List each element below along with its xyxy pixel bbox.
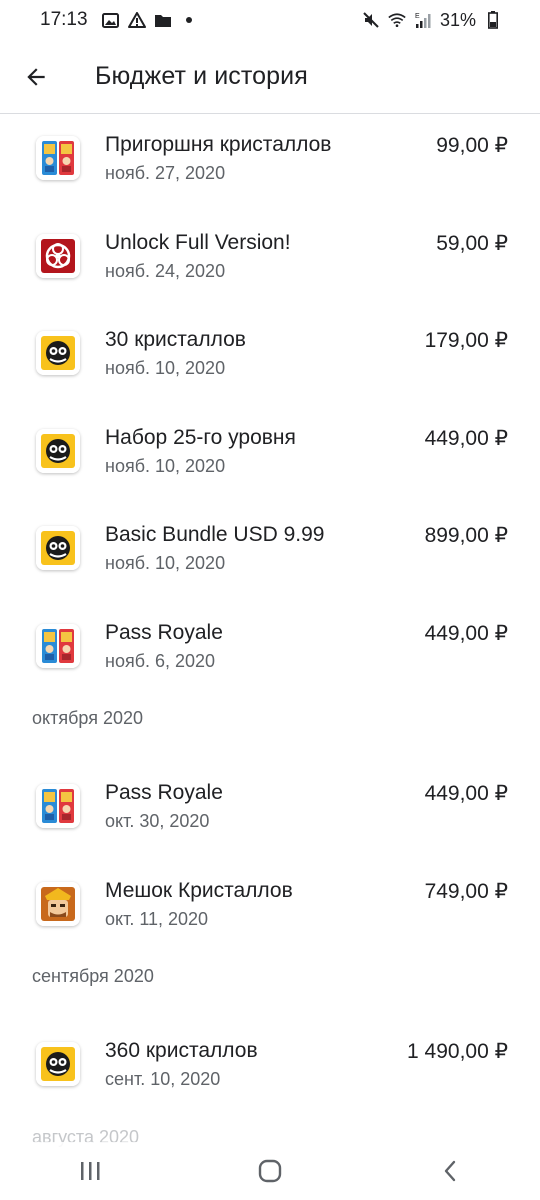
clash-of-clans-icon — [36, 881, 80, 926]
arrow-back-icon — [27, 67, 45, 86]
back-nav-button[interactable] — [420, 1147, 480, 1195]
home-icon — [258, 1159, 282, 1183]
purchase-history-list: Пригоршня кристаллов нояб. 27, 2020 99,0… — [0, 115, 540, 1182]
clash-royale-icon — [36, 784, 80, 828]
item-title: 30 кристаллов — [105, 328, 246, 351]
section-label: октября 2020 — [32, 708, 143, 728]
item-title: Пригоршня кристаллов — [105, 133, 332, 156]
item-date: нояб. 10, 2020 — [105, 358, 226, 378]
item-date: нояб. 10, 2020 — [105, 553, 226, 573]
purchase-row[interactable]: Pass Royale окт. 30, 2020 449,00 ₽ — [0, 763, 540, 861]
section-label: сентября 2020 — [32, 966, 154, 986]
item-price: 449,00 ₽ — [424, 782, 508, 805]
purchase-row[interactable]: Набор 25-го уровня нояб. 10, 2020 449,00… — [0, 408, 540, 506]
system-navigation-bar — [0, 1142, 540, 1200]
section-header-september: сентября 2020 — [0, 958, 540, 1021]
battery-percent: 31% — [439, 9, 476, 30]
purchase-row[interactable]: Unlock Full Version! нояб. 24, 2020 59,0… — [0, 213, 540, 311]
brawl-stars-icon — [36, 331, 80, 375]
item-price: 59,00 ₽ — [436, 231, 508, 255]
clash-royale-icon — [36, 136, 80, 180]
item-title: Basic Bundle USD 9.99 — [105, 523, 325, 546]
more-notifications-dot-icon — [185, 17, 192, 23]
item-price: 899,00 ₽ — [424, 524, 508, 547]
purchase-row[interactable]: Мешок Кристаллов окт. 11, 2020 749,00 ₽ — [0, 861, 540, 959]
item-title: Мешок Кристаллов — [105, 878, 293, 902]
clock: 17:13 — [40, 9, 88, 30]
purchase-row[interactable]: 360 кристаллов сент. 10, 2020 1 490,00 ₽ — [0, 1021, 540, 1119]
item-price: 179,00 ₽ — [424, 329, 508, 352]
status-right: E 31% — [362, 10, 502, 31]
purchase-row[interactable]: Pass Royale нояб. 6, 2020 449,00 ₽ — [0, 603, 540, 701]
item-price: 1 490,00 ₽ — [407, 1040, 508, 1063]
item-title: 360 кристаллов — [105, 1039, 258, 1062]
battery-icon — [484, 11, 502, 29]
purchase-row[interactable]: Пригоршня кристаллов нояб. 27, 2020 99,0… — [0, 115, 540, 213]
signal-icon: E — [414, 11, 432, 29]
recent-apps-icon — [81, 1162, 100, 1180]
item-date: нояб. 24, 2020 — [105, 260, 226, 281]
item-date: окт. 30, 2020 — [105, 811, 210, 831]
item-title: Unlock Full Version! — [105, 230, 291, 254]
item-price: 449,00 ₽ — [424, 621, 508, 645]
chevron-left-icon — [444, 1160, 456, 1182]
section-header-october: октября 2020 — [0, 700, 540, 763]
status-bar: 17:13 E 31% — [0, 0, 540, 40]
purchase-row[interactable]: Basic Bundle USD 9.99 нояб. 10, 2020 899… — [0, 505, 540, 603]
item-date: окт. 11, 2020 — [105, 908, 209, 929]
wifi-icon — [388, 11, 406, 29]
back-button[interactable] — [0, 40, 72, 114]
brawl-stars-icon — [36, 1042, 80, 1086]
app-bar: Бюджет и история — [0, 40, 540, 114]
recent-apps-button[interactable] — [60, 1147, 120, 1195]
item-date: нояб. 10, 2020 — [105, 455, 226, 476]
item-date: сент. 10, 2020 — [105, 1069, 221, 1089]
page-title: Бюджет и история — [95, 62, 308, 90]
clash-royale-icon — [36, 623, 80, 668]
item-title: Pass Royale — [105, 781, 223, 804]
plague-inc-icon — [36, 233, 80, 278]
item-price: 749,00 ₽ — [424, 879, 508, 903]
purchase-row[interactable]: 30 кристаллов нояб. 10, 2020 179,00 ₽ — [0, 310, 540, 408]
item-price: 99,00 ₽ — [436, 134, 508, 157]
folder-icon — [154, 11, 172, 29]
item-date: нояб. 27, 2020 — [105, 163, 226, 183]
gallery-notification-icon — [102, 11, 120, 29]
svg-text:E: E — [415, 13, 420, 20]
mute-icon — [362, 11, 380, 29]
item-date: нояб. 6, 2020 — [105, 650, 216, 671]
item-price: 449,00 ₽ — [424, 426, 508, 450]
brawl-stars-icon — [36, 428, 80, 473]
item-title: Pass Royale — [105, 620, 223, 644]
item-title: Набор 25-го уровня — [105, 425, 296, 449]
brawl-stars-icon — [36, 526, 80, 570]
warning-icon — [127, 11, 146, 29]
home-button[interactable] — [240, 1147, 300, 1195]
status-left: 17:13 — [40, 9, 192, 31]
